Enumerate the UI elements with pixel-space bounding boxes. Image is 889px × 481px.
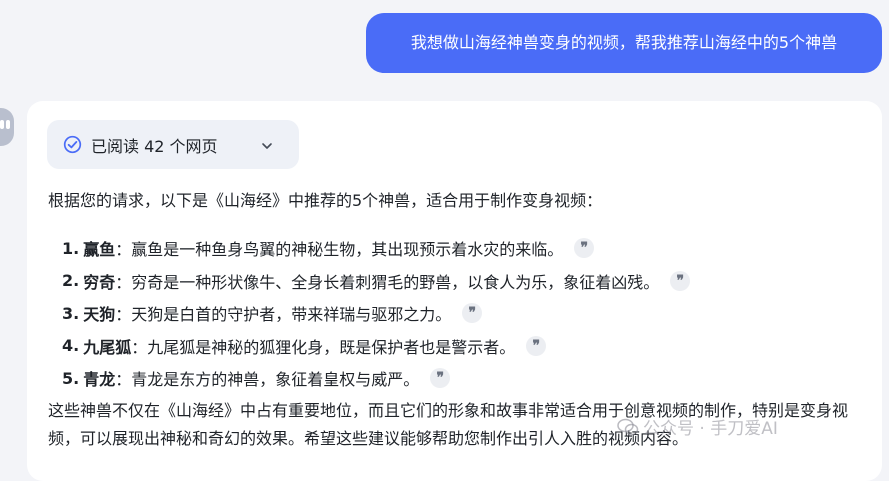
beast-name: 青龙 [83, 370, 116, 390]
sources-read-label: 已阅读 42 个网页 [91, 136, 218, 156]
list-item-number: 1. [62, 238, 80, 258]
user-message-bubble: 我想做山海经神兽变身的视频，帮我推荐山海经中的5个神兽 [366, 13, 882, 73]
citation-quote-icon[interactable]: ❞ [574, 238, 595, 259]
beast-description: ：青龙是东方的神兽，象征着皇权与威严。 [115, 370, 420, 390]
watermark-text: 公众号 · 手刀爱AI [643, 419, 778, 439]
beast-name: 天狗 [83, 305, 116, 325]
beast-description: ：天狗是白首的守护者，带来祥瑞与驱邪之力。 [115, 305, 452, 325]
list-item: 3. 天狗 ：天狗是白首的守护者，带来祥瑞与驱邪之力。 ❞ [62, 297, 690, 330]
beast-name: 九尾狐 [83, 337, 132, 357]
beast-list: 1. 赢鱼 ：赢鱼是一种鱼身鸟翼的神秘生物，其出现预示着水灾的来临。 ❞ 2. … [62, 232, 691, 395]
watermark: 公众号 · 手刀爱AI [617, 414, 778, 439]
check-circle-icon [63, 135, 82, 154]
beast-description: ：九尾狐是神秘的狐狸化身，既是保护者也是警示者。 [131, 337, 516, 357]
beast-name: 穷奇 [83, 272, 116, 292]
citation-quote-icon[interactable]: ❞ [526, 335, 547, 356]
list-item-number: 5. [62, 368, 80, 388]
list-item-number: 3. [62, 303, 80, 323]
avatar-eye-right [6, 120, 10, 129]
list-item-number: 4. [62, 336, 80, 356]
assistant-avatar [0, 108, 14, 146]
citation-quote-icon[interactable]: ❞ [462, 303, 483, 324]
list-item: 4. 九尾狐 ：九尾狐是神秘的狐狸化身，既是保护者也是警示者。 ❞ [62, 330, 690, 363]
wechat-icon [617, 418, 639, 436]
sources-read-toggle[interactable]: 已阅读 42 个网页 [47, 120, 299, 169]
list-item: 1. 赢鱼 ：赢鱼是一种鱼身鸟翼的神秘生物，其出现预示着水灾的来临。 ❞ [62, 232, 690, 265]
list-item-number: 2. [62, 271, 80, 291]
chevron-down-icon[interactable] [261, 137, 273, 149]
list-item: 2. 穷奇 ：穷奇是一种形状像牛、全身长着刺猬毛的野兽，以食人为乐，象征着凶残。… [62, 265, 691, 298]
answer-intro: 根据您的请求，以下是《山海经》中推荐的5个神兽，适合用于制作变身视频： [48, 191, 603, 210]
citation-quote-icon[interactable]: ❞ [670, 270, 691, 291]
user-message-text: 我想做山海经神兽变身的视频，帮我推荐山海经中的5个神兽 [410, 33, 838, 52]
citation-quote-icon[interactable]: ❞ [430, 368, 451, 389]
beast-description: ：穷奇是一种形状像牛、全身长着刺猬毛的野兽，以食人为乐，象征着凶残。 [115, 272, 660, 292]
list-item: 5. 青龙 ：青龙是东方的神兽，象征着皇权与威严。 ❞ [62, 362, 690, 395]
beast-description: ：赢鱼是一种鱼身鸟翼的神秘生物，其出现预示着水灾的来临。 [115, 240, 564, 260]
beast-name: 赢鱼 [83, 240, 116, 260]
avatar-eye-left [0, 120, 4, 129]
